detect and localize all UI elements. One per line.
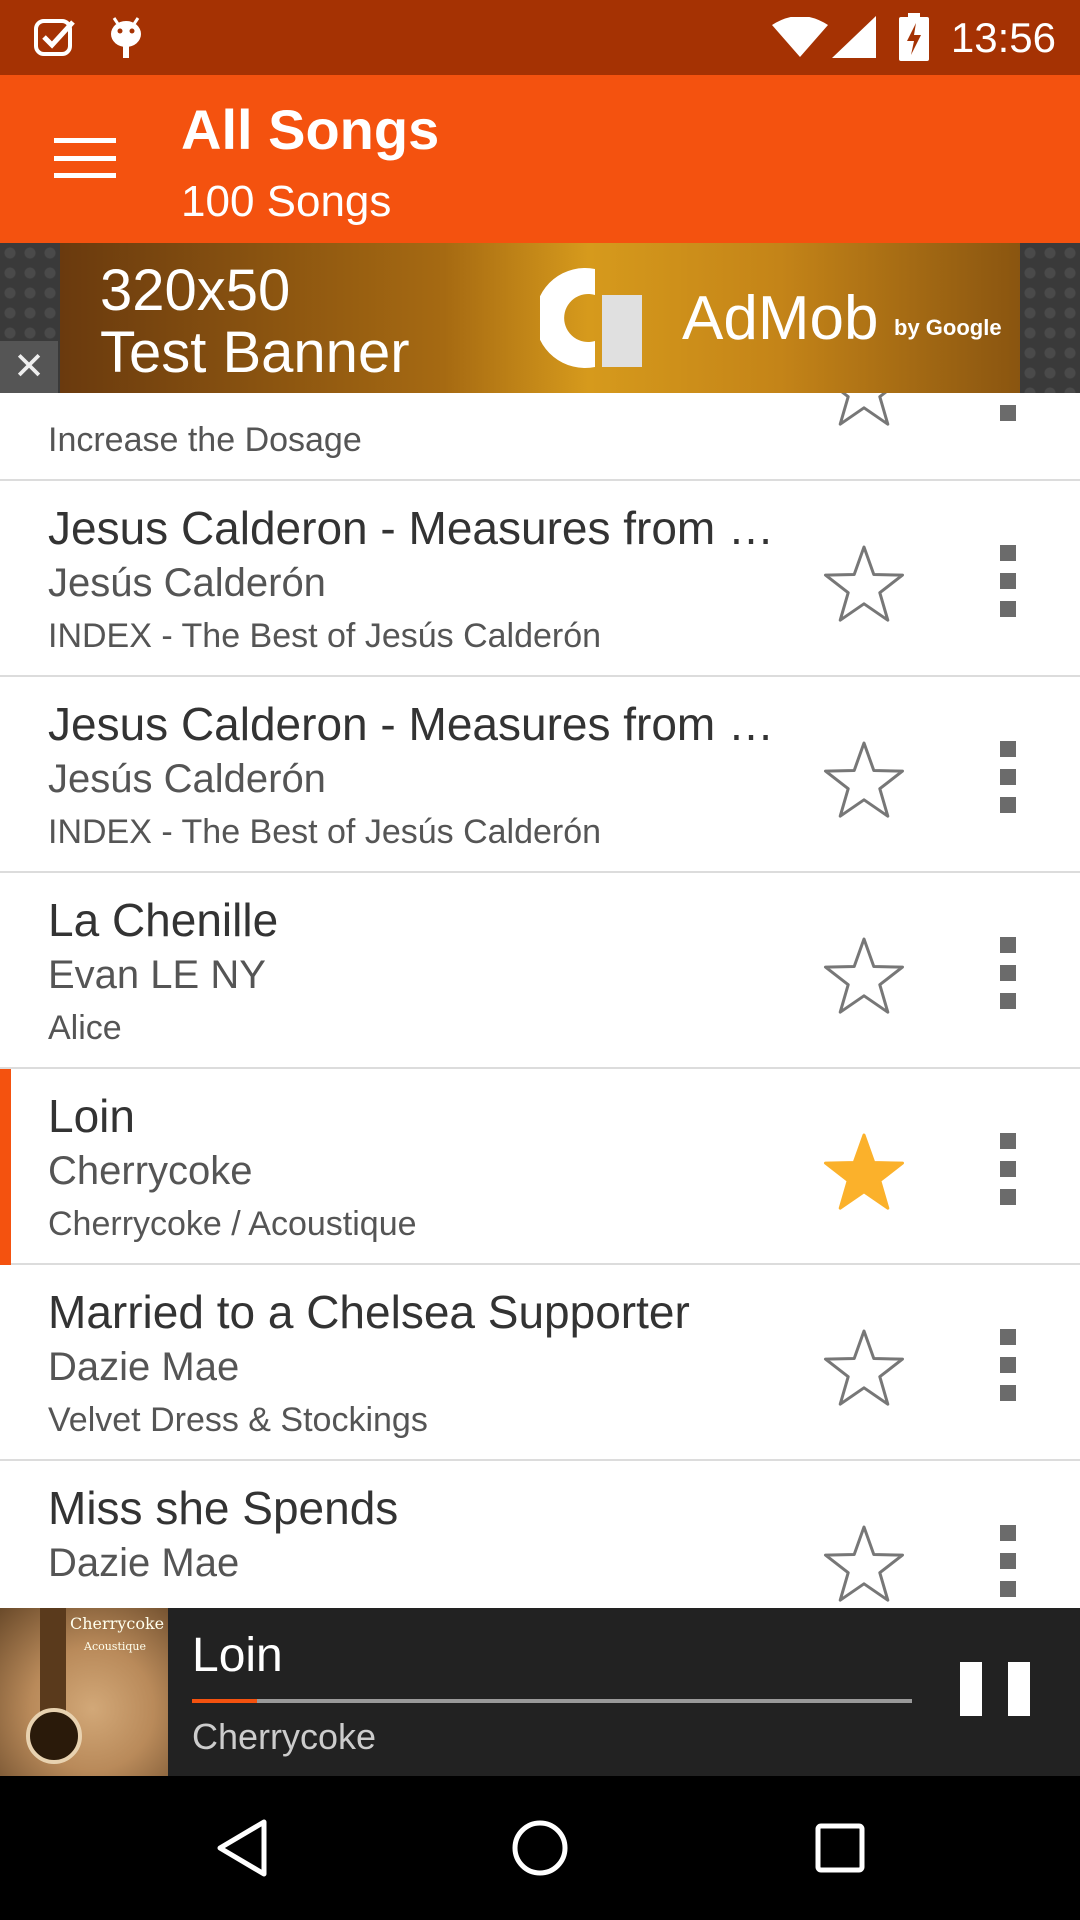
- more-options-button[interactable]: [980, 1133, 1036, 1205]
- app-bar: All Songs 100 Songs: [0, 75, 1080, 243]
- song-row[interactable]: Jesus Calderon - Measures from … Jesús C…: [0, 677, 1080, 873]
- song-row[interactable]: Miss she Spends Dazie Mae: [0, 1461, 1080, 1608]
- song-title: La Chenille: [48, 894, 279, 946]
- more-vert-icon: [1000, 545, 1016, 561]
- song-title: Married to a Chelsea Supporter: [48, 1286, 690, 1338]
- song-row[interactable]: Jesus Calderon - Measures from … Jesús C…: [0, 481, 1080, 677]
- status-bar: 13:56: [0, 0, 1080, 75]
- song-album: Cherrycoke / Acoustique: [48, 1205, 417, 1243]
- album-art-text: Cherrycoke: [70, 1614, 165, 1633]
- song-title: Miss she Spends: [48, 1482, 399, 1534]
- song-list[interactable]: Revolution Void Increase the Dosage Jesu…: [0, 393, 1080, 1608]
- now-playing-artist: Cherrycoke: [192, 1716, 377, 1757]
- star-filled-icon[interactable]: [822, 1131, 906, 1211]
- now-playing-indicator: [0, 1069, 11, 1265]
- song-album: Increase the Dosage: [48, 421, 362, 459]
- album-art-subtext: Acoustique: [84, 1640, 147, 1653]
- back-button[interactable]: [192, 1798, 292, 1898]
- album-art: Cherrycoke Acoustique: [0, 1608, 168, 1776]
- now-playing-title: Loin: [192, 1629, 283, 1682]
- system-nav-bar: [0, 1776, 1080, 1920]
- home-button[interactable]: [490, 1798, 590, 1898]
- more-vert-icon: [1000, 1329, 1016, 1345]
- song-album: Alice: [48, 1009, 122, 1047]
- more-vert-icon: [1000, 937, 1016, 953]
- song-title: Loin: [48, 1090, 135, 1142]
- playback-progress[interactable]: [192, 1699, 912, 1703]
- star-icon[interactable]: [822, 543, 906, 623]
- admob-logo-icon: [540, 268, 642, 368]
- home-icon: [512, 1820, 568, 1876]
- song-artist: Cherrycoke: [48, 1149, 253, 1193]
- battery-charging-icon: [898, 13, 930, 61]
- more-options-button[interactable]: [980, 393, 1036, 421]
- more-vert-icon: [1000, 741, 1016, 757]
- star-icon[interactable]: [822, 1523, 906, 1603]
- more-options-button[interactable]: [980, 1525, 1036, 1597]
- ad-size-label: 320x50: [100, 258, 291, 323]
- star-icon[interactable]: [822, 935, 906, 1015]
- ad-brand: AdMob: [682, 284, 879, 353]
- pause-button[interactable]: [960, 1662, 1030, 1722]
- more-vert-icon: [1000, 1525, 1016, 1541]
- ad-banner[interactable]: 320x50 Test Banner AdMob by Google: [60, 243, 1020, 393]
- song-artist: Dazie Mae: [48, 1541, 240, 1585]
- ad-by-google: by Google: [894, 315, 1002, 340]
- song-row[interactable]: La Chenille Evan LE NY Alice: [0, 873, 1080, 1069]
- recents-icon: [815, 1823, 865, 1873]
- song-row[interactable]: Revolution Void Increase the Dosage: [0, 393, 1080, 481]
- more-options-button[interactable]: [980, 545, 1036, 617]
- ad-container: 320x50 Test Banner AdMob by Google ✕: [0, 243, 1080, 393]
- star-icon[interactable]: [822, 739, 906, 819]
- song-count: 100 Songs: [181, 177, 392, 226]
- song-title: Jesus Calderon - Measures from …: [48, 502, 775, 554]
- song-title: Jesus Calderon - Measures from …: [48, 698, 775, 750]
- song-row[interactable]: Loin Cherrycoke Cherrycoke / Acoustique: [0, 1069, 1080, 1265]
- recents-button[interactable]: [790, 1798, 890, 1898]
- ad-test-label: Test Banner: [100, 320, 410, 385]
- song-album: INDEX - The Best of Jesús Calderón: [48, 813, 602, 851]
- hamburger-menu-icon: [54, 138, 116, 178]
- star-icon[interactable]: [822, 393, 906, 427]
- song-artist: Jesús Calderón: [48, 561, 326, 605]
- page-title: All Songs: [181, 98, 440, 161]
- now-playing-bar[interactable]: Cherrycoke Acoustique Loin Cherrycoke: [0, 1608, 1080, 1776]
- task-check-icon: [32, 14, 78, 60]
- song-artist: Dazie Mae: [48, 1345, 240, 1389]
- star-icon[interactable]: [822, 1327, 906, 1407]
- song-album: INDEX - The Best of Jesús Calderón: [48, 617, 602, 655]
- song-artist: Jesús Calderón: [48, 757, 326, 801]
- menu-button[interactable]: [40, 123, 130, 193]
- wifi-icon: [772, 14, 828, 60]
- song-artist: Evan LE NY: [48, 953, 266, 997]
- more-options-button[interactable]: [980, 741, 1036, 813]
- song-album: Velvet Dress & Stockings: [48, 1401, 428, 1439]
- more-options-button[interactable]: [980, 1329, 1036, 1401]
- playback-progress-fill: [192, 1699, 257, 1703]
- more-vert-icon: [1000, 1133, 1016, 1149]
- song-row[interactable]: Married to a Chelsea Supporter Dazie Mae…: [0, 1265, 1080, 1461]
- back-icon: [217, 1819, 267, 1877]
- pause-icon: [960, 1662, 982, 1716]
- cell-signal-icon: [832, 14, 876, 60]
- ad-close-button[interactable]: ✕: [0, 341, 58, 393]
- android-debug-icon: [106, 14, 146, 60]
- status-time: 13:56: [950, 14, 1056, 61]
- more-options-button[interactable]: [980, 937, 1036, 1009]
